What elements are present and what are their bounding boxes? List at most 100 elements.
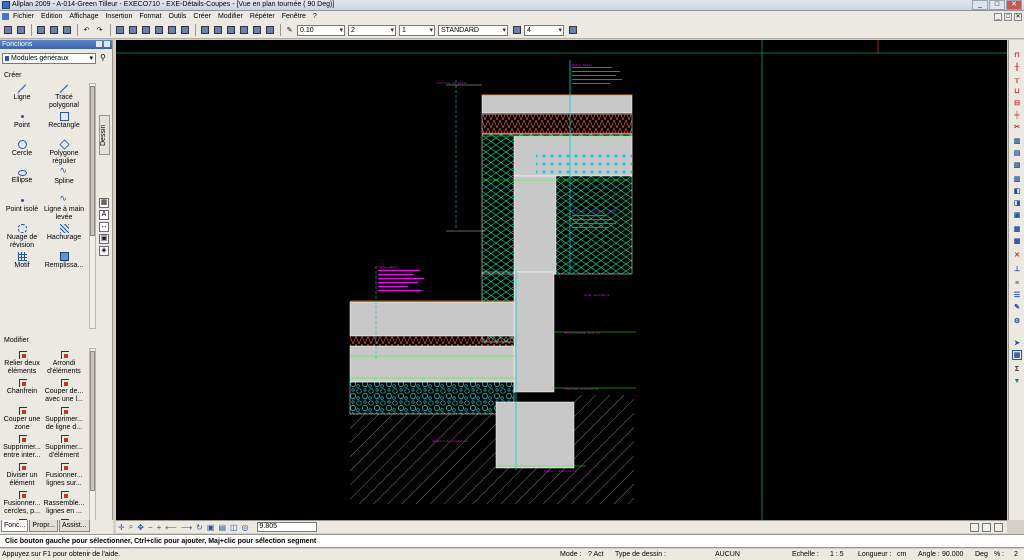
doc-minimize-button[interactable]: _ [994, 12, 1002, 21]
maximize-button[interactable]: □ [989, 0, 1005, 10]
paste-icon[interactable] [61, 25, 72, 36]
panel-float-button[interactable] [96, 41, 102, 47]
menu-fenetre[interactable]: Fenêtre [282, 13, 306, 20]
filter-icon[interactable]: ▼ [1012, 376, 1022, 386]
close-button[interactable]: ✕ [1006, 0, 1022, 10]
elevation-tool-icon[interactable]: ⊥ [1012, 264, 1022, 274]
minimize-button[interactable]: _ [972, 0, 988, 10]
doc-restore-button[interactable]: □ [1004, 12, 1012, 21]
settings-tool-icon[interactable]: ⚙ [1012, 316, 1022, 326]
copy-icon[interactable] [48, 25, 59, 36]
hidden-line-icon[interactable]: ◫ [230, 523, 238, 532]
tool-arrondi-d-l-ments[interactable]: Arrondi d'éléments [42, 350, 86, 376]
menu-insertion[interactable]: Insertion [105, 13, 132, 20]
layout-tool-icon[interactable]: ▦ [1012, 224, 1022, 234]
pan-icon[interactable]: ✥ [137, 523, 144, 532]
tool-trac-polygonal[interactable]: Tracé polygonal [42, 84, 86, 110]
module-selector[interactable]: Modules généraux [2, 53, 96, 64]
stack-tool-icon[interactable]: ☰ [1012, 290, 1022, 300]
dormer-tool-icon[interactable]: ◧ [1012, 186, 1022, 196]
tool-supprimer-entre-inter[interactable]: Supprimer... entre inter... [0, 434, 44, 460]
zoom-in-icon[interactable]: + [157, 523, 162, 532]
tool-rassemble-lignes-en[interactable]: Rassemble... lignes en ... [42, 490, 86, 516]
tool-relier-deux-l-ments[interactable]: Relier deux éléments [0, 350, 44, 376]
move-icon[interactable] [153, 25, 164, 36]
menu-outils[interactable]: Outils [169, 13, 187, 20]
pen-icon[interactable]: ✎ [284, 25, 295, 36]
column-tool-icon[interactable]: ╫ [1012, 62, 1022, 72]
layer-icon[interactable] [199, 25, 210, 36]
view-close-button[interactable] [994, 522, 1003, 532]
plane-tool-icon[interactable]: ◨ [1012, 198, 1022, 208]
tool-point-isol[interactable]: Point isolé [0, 196, 44, 214]
menu-repeter[interactable]: Répéter [250, 13, 275, 20]
beam-tool-icon[interactable]: ╪ [1012, 110, 1022, 120]
rotate-icon[interactable] [166, 25, 177, 36]
format-painter-icon[interactable] [225, 25, 236, 36]
text-tool-icon[interactable]: A [99, 210, 109, 220]
save-icon[interactable] [15, 25, 26, 36]
create-scrollbar[interactable] [89, 83, 96, 329]
next-view-icon[interactable]: ⟶ [181, 523, 192, 532]
edit-tool-icon[interactable]: ✎ [1012, 302, 1022, 312]
line-style-combo[interactable]: 4 [524, 24, 564, 36]
drawing-canvas[interactable]: Corniche en béton Dalle béton Plancher d… [116, 40, 1007, 520]
menu-help[interactable]: ? [313, 13, 317, 20]
view-3d-icon[interactable]: ▣ [207, 523, 215, 532]
view-minimize-button[interactable] [970, 522, 979, 532]
zoom-window-icon[interactable]: ⌕ [129, 522, 133, 532]
section-tool-icon[interactable]: ▣ [1012, 210, 1022, 220]
tool-ellipse[interactable]: Ellipse [0, 168, 44, 185]
menu-affichage[interactable]: Affichage [69, 13, 98, 20]
print-preview-icon[interactable]: ▤ [218, 523, 226, 532]
tool-motif[interactable]: Motif [0, 252, 44, 270]
menu-edition[interactable]: Edition [41, 13, 62, 20]
room-tool-icon[interactable]: ▤ [1012, 148, 1022, 158]
drawing-tool-icon[interactable]: ▦ [99, 198, 109, 208]
cut-icon[interactable] [35, 25, 46, 36]
dimension-tool-icon[interactable]: ↔ [99, 222, 109, 232]
tool-diviser-un-l-ment[interactable]: Diviser un élément [0, 462, 44, 488]
previous-view-icon[interactable]: ⟵ [165, 523, 176, 532]
tool-spline[interactable]: Spline [42, 166, 86, 186]
line-type-combo[interactable]: 2 [348, 24, 396, 36]
sum-tool-icon[interactable]: Σ [1012, 364, 1022, 374]
report-tool-icon[interactable]: ▩ [1012, 236, 1022, 246]
tool-ligne-main-lev-e[interactable]: Ligne à main levée [42, 194, 86, 222]
panel-close-button[interactable] [104, 41, 110, 47]
scale-combo[interactable]: 9.805 [256, 522, 317, 532]
window-tool-icon[interactable]: ⊔ [1012, 86, 1022, 96]
find-function-icon[interactable]: ⚲ [100, 53, 106, 62]
crosshair-icon[interactable]: ✛ [118, 523, 125, 532]
smart-symbol-icon[interactable]: ◈ [99, 246, 109, 256]
document-icon[interactable] [2, 13, 9, 20]
undo-icon[interactable]: ↶ [81, 25, 92, 36]
symbol-tool-icon[interactable]: ▣ [99, 234, 109, 244]
tool-point[interactable]: Point [0, 112, 44, 130]
menu-creer[interactable]: Créer [193, 13, 211, 20]
mirror-icon[interactable] [179, 25, 190, 36]
delete-icon[interactable] [127, 25, 138, 36]
tab-assistant[interactable]: Assist... [58, 520, 90, 532]
layer-combo[interactable]: STANDARD [438, 24, 508, 36]
tool-cercle[interactable]: Cercle [0, 140, 44, 158]
format-props-icon[interactable] [567, 25, 578, 36]
tool-chanfrein[interactable]: Chanfrein [0, 378, 44, 396]
color-combo[interactable]: 1 [399, 24, 435, 36]
tab-proprietes[interactable]: Propr... [29, 520, 58, 532]
cad-drawing[interactable]: Corniche en béton Dalle béton Plancher d… [116, 40, 1007, 520]
tool-rectangle[interactable]: Rectangle [42, 112, 86, 130]
pen-thickness-combo[interactable]: 0.10 [297, 24, 345, 36]
stair-tool-icon[interactable]: ⊟ [1012, 98, 1022, 108]
animation-icon[interactable]: ◎ [242, 523, 249, 532]
tool-supprimer-d-l-ment[interactable]: Supprimer... d'élément [42, 434, 86, 460]
doc-close-button[interactable]: ✕ [1014, 12, 1022, 21]
tool-fusionner-lignes-sur[interactable]: Fusionner... lignes sur... [42, 462, 86, 488]
align-tool-icon[interactable]: ≡ [1012, 278, 1022, 288]
area-tool-icon[interactable]: ▧ [1012, 160, 1022, 170]
tool-polygone-r-gulier[interactable]: Polygone régulier [42, 139, 86, 166]
copy-elements-icon[interactable] [140, 25, 151, 36]
open-icon[interactable] [2, 25, 13, 36]
select-tool-icon[interactable]: ▥ [1012, 136, 1022, 146]
tool-couper-de-avec-une-l[interactable]: Couper de... avec une l... [42, 378, 86, 404]
